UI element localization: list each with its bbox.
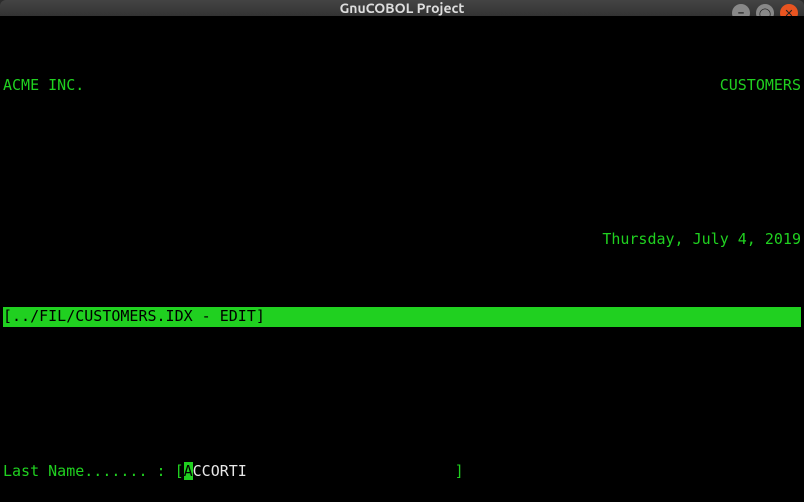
window-title: GnuCOBOL Project: [340, 0, 465, 16]
blank-row: [3, 385, 801, 404]
app-window: GnuCOBOL Project – ◯ ✕ ACME INC. CUSTOME…: [0, 0, 804, 502]
header-row: ACME INC. CUSTOMERS: [3, 76, 801, 95]
last-name-input[interactable]: ACCORTI: [184, 462, 455, 480]
file-bar-text: [../FIL/CUSTOMERS.IDX - EDIT]: [3, 307, 265, 325]
company-name: ACME INC.: [3, 76, 84, 95]
file-bar-row: [../FIL/CUSTOMERS.IDX - EDIT]: [3, 307, 801, 326]
module-name: CUSTOMERS: [720, 76, 801, 95]
terminal: ACME INC. CUSTOMERS Thursday, July 4, 20…: [0, 16, 804, 502]
field-last-name: Last Name....... : [ACCORTI ]: [3, 462, 801, 481]
date-text: Thursday, July 4, 2019: [602, 230, 801, 249]
date-row: Thursday, July 4, 2019: [3, 230, 801, 249]
last-name-label: Last Name....... :: [3, 462, 175, 480]
blank-row: [3, 153, 801, 172]
cursor-icon: A: [184, 462, 193, 480]
file-bar: [../FIL/CUSTOMERS.IDX - EDIT]: [3, 307, 801, 326]
titlebar: GnuCOBOL Project – ◯ ✕: [0, 0, 804, 16]
